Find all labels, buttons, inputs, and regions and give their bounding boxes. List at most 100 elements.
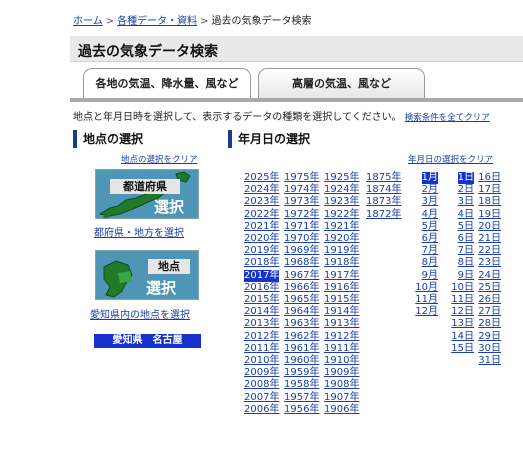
year-link[interactable]: 2022年 [244,209,279,221]
year-link[interactable]: 2009年 [244,367,279,379]
year-link[interactable]: 1908年 [324,379,359,391]
year-link[interactable]: 1961年 [284,343,319,355]
clear-date-link[interactable]: 年月日の選択をクリア [408,153,493,165]
year-link[interactable]: 1915年 [324,294,359,306]
day-link[interactable]: 17日 [478,184,501,196]
clear-location-link[interactable]: 地点の選択をクリア [121,153,198,165]
month-link[interactable]: 1月 [421,172,438,184]
point-select-button[interactable]: 地点 選択 [95,250,199,300]
year-link[interactable]: 1962年 [284,331,319,343]
year-link[interactable]: 2008年 [244,379,279,391]
year-link[interactable]: 1964年 [284,306,319,318]
year-link[interactable]: 1966年 [284,282,319,294]
day-link[interactable]: 2日 [458,184,474,196]
year-link[interactable]: 2021年 [244,221,279,233]
year-link[interactable]: 1910年 [324,355,359,367]
year-link[interactable]: 1909年 [324,367,359,379]
year-link[interactable]: 1924年 [324,184,359,196]
year-link[interactable]: 1913年 [324,318,359,330]
breadcrumb-home-link[interactable]: ホーム [73,16,103,27]
day-link[interactable]: 24日 [478,270,501,282]
day-link[interactable]: 3日 [458,196,474,208]
day-link[interactable]: 10日 [451,282,474,294]
year-link[interactable]: 1874年 [366,184,401,196]
month-link[interactable]: 11月 [415,294,438,306]
month-link[interactable]: 5月 [422,221,438,233]
day-link[interactable]: 28日 [478,318,501,330]
day-link[interactable]: 16日 [478,172,501,184]
month-link[interactable]: 3月 [422,196,438,208]
year-link[interactable]: 1960年 [284,355,319,367]
year-link[interactable]: 1971年 [284,221,319,233]
year-link[interactable]: 1925年 [324,172,359,184]
year-link[interactable]: 1975年 [284,172,319,184]
year-link[interactable]: 1875年 [366,172,401,184]
day-link[interactable]: 1日 [457,172,474,184]
day-link[interactable]: 18日 [478,196,501,208]
year-link[interactable]: 1967年 [284,270,319,282]
day-link[interactable]: 25日 [478,282,501,294]
day-link[interactable]: 29日 [478,331,501,343]
year-link[interactable]: 1872年 [366,209,401,221]
day-link[interactable]: 31日 [478,355,501,367]
day-link[interactable]: 19日 [478,209,501,221]
year-link[interactable]: 1958年 [284,379,319,391]
year-link[interactable]: 2018年 [244,257,279,269]
day-link[interactable]: 5日 [458,221,474,233]
year-link[interactable]: 1968年 [284,257,319,269]
year-link[interactable]: 1914年 [324,306,359,318]
year-link[interactable]: 1873年 [366,196,401,208]
day-link[interactable]: 30日 [478,343,501,355]
year-link[interactable]: 1911年 [324,343,359,355]
month-link[interactable]: 12月 [415,306,438,318]
day-link[interactable]: 9日 [458,270,474,282]
clear-all-link[interactable]: 検索条件を全てクリア [405,113,490,123]
prefecture-select-button[interactable]: 都道府県 選択 [95,169,199,219]
year-link[interactable]: 1923年 [324,196,359,208]
year-link[interactable]: 2025年 [244,172,279,184]
year-link[interactable]: 1912年 [324,331,359,343]
year-link[interactable]: 1919年 [324,245,359,257]
year-link[interactable]: 2016年 [244,282,279,294]
month-link[interactable]: 2月 [422,184,438,196]
month-link[interactable]: 6月 [422,233,438,245]
day-link[interactable]: 4日 [458,209,474,221]
year-link[interactable]: 1970年 [284,233,319,245]
month-link[interactable]: 10月 [415,282,438,294]
breadcrumb-data-link[interactable]: 各種データ・資料 [117,16,197,27]
year-link[interactable]: 1921年 [324,221,359,233]
year-link[interactable]: 1972年 [284,209,319,221]
year-link[interactable]: 1973年 [284,196,319,208]
month-link[interactable]: 7月 [422,245,438,257]
year-link[interactable]: 2013年 [244,318,279,330]
year-link[interactable]: 1956年 [284,404,319,416]
month-link[interactable]: 4月 [422,209,438,221]
year-link[interactable]: 1963年 [284,318,319,330]
day-link[interactable]: 7日 [458,245,474,257]
day-link[interactable]: 6日 [458,233,474,245]
year-link[interactable]: 1969年 [284,245,319,257]
prefecture-select-link[interactable]: 都府県・地方を選択 [94,224,184,239]
tab-upper-air[interactable]: 高層の気温、風など [258,68,425,99]
day-link[interactable]: 22日 [478,245,501,257]
year-link[interactable]: 1965年 [284,294,319,306]
year-link[interactable]: 2014年 [244,306,279,318]
day-link[interactable]: 14日 [451,331,474,343]
year-link[interactable]: 1907年 [324,392,359,404]
year-link[interactable]: 2007年 [244,392,279,404]
day-link[interactable]: 12日 [451,306,474,318]
tab-surface-weather[interactable]: 各地の気温、降水量、風など [83,68,251,100]
year-link[interactable]: 2006年 [244,404,279,416]
day-link[interactable]: 23日 [478,257,501,269]
year-link[interactable]: 2020年 [244,233,279,245]
point-select-link[interactable]: 愛知県内の地点を選択 [90,306,190,321]
day-link[interactable]: 20日 [478,221,501,233]
year-link[interactable]: 1957年 [284,392,319,404]
year-link[interactable]: 1906年 [324,404,359,416]
year-link[interactable]: 2012年 [244,331,279,343]
year-link[interactable]: 2017年 [244,269,280,282]
day-link[interactable]: 15日 [451,343,474,355]
day-link[interactable]: 8日 [458,257,474,269]
year-link[interactable]: 2019年 [244,245,279,257]
year-link[interactable]: 1920年 [324,233,359,245]
